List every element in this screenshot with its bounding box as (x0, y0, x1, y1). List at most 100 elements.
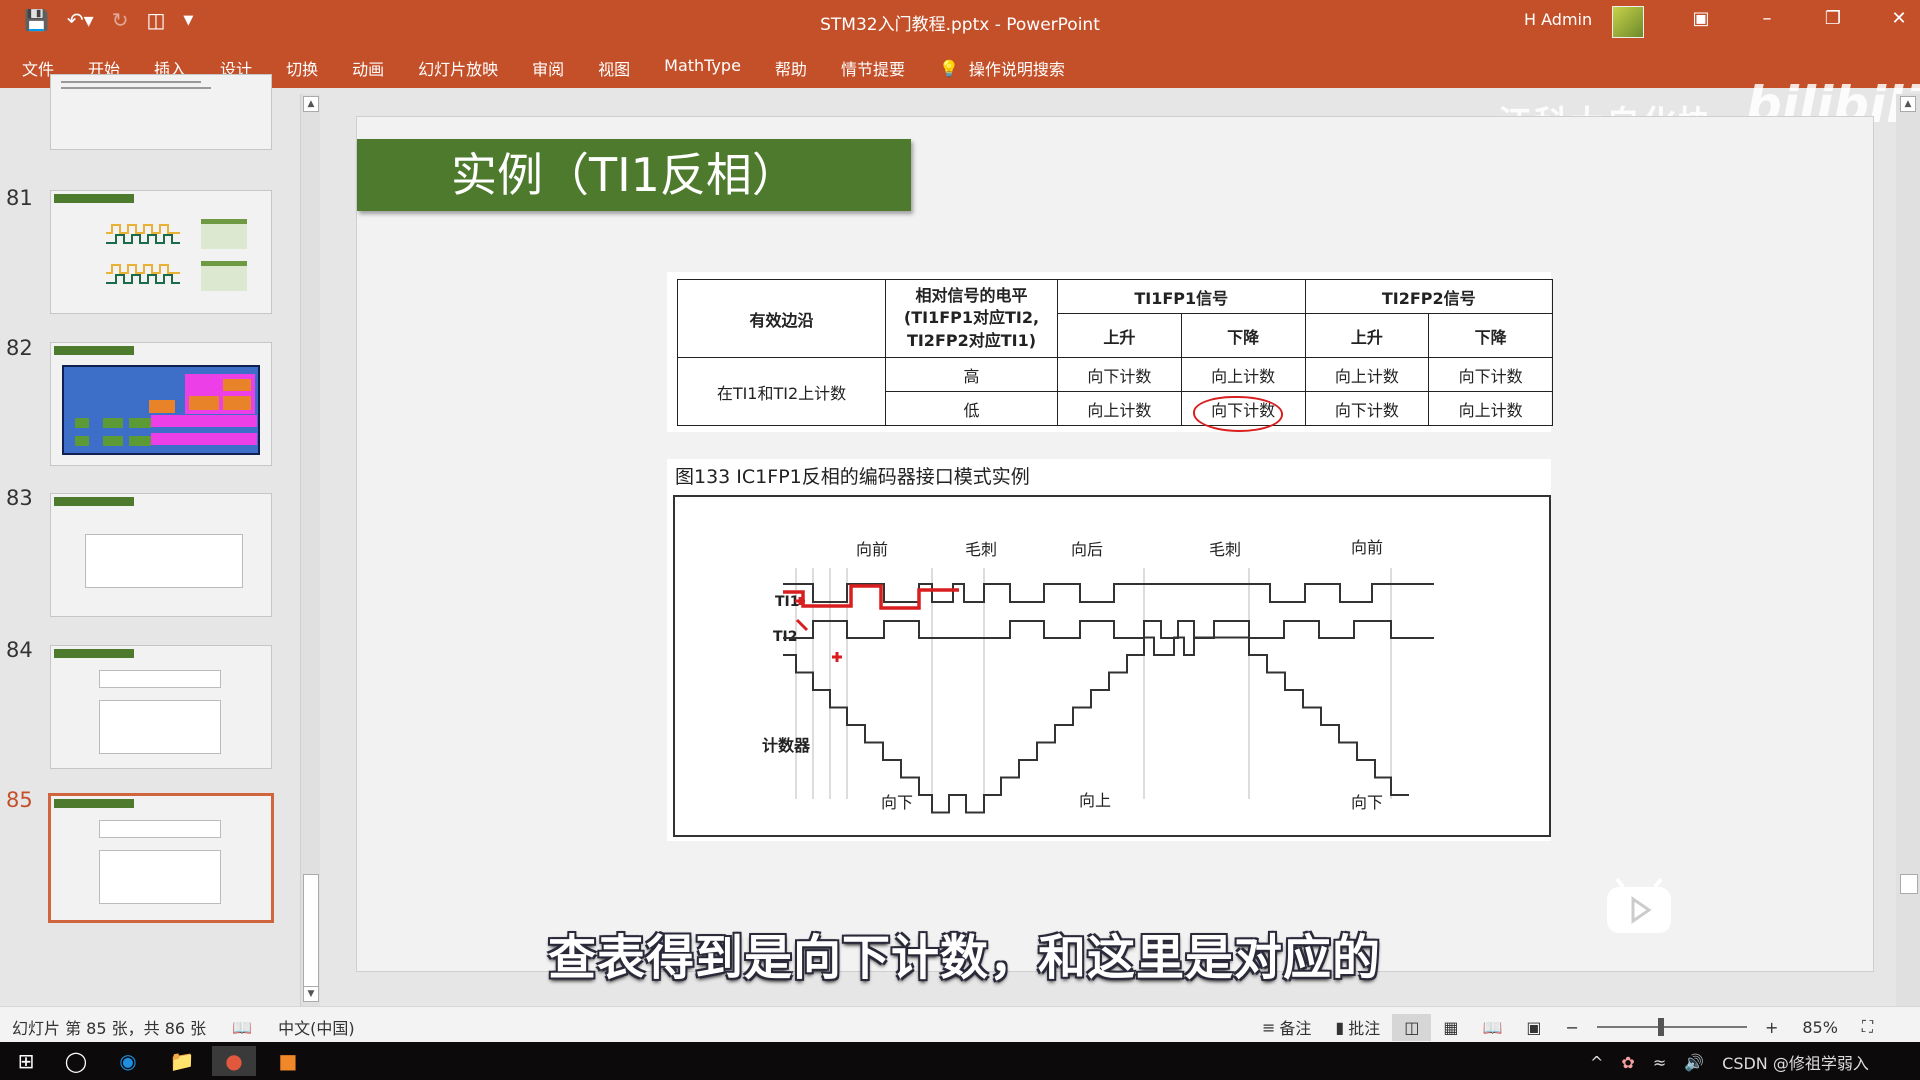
slide-thumbnail-85-active[interactable] (48, 793, 274, 923)
header-ti1fp1: TI1FP1信号 (1057, 279, 1306, 314)
slide-scrollbar[interactable]: ▲ (1896, 94, 1920, 1006)
zoom-slider[interactable] (1596, 1018, 1747, 1036)
scroll-up-icon[interactable]: ▲ (1900, 96, 1916, 112)
tray-expand-icon[interactable]: ^ (1590, 1053, 1603, 1072)
tab-mathtype[interactable]: MathType (664, 56, 741, 80)
counter-waveform (783, 636, 1409, 814)
foxit-icon[interactable]: ■ (266, 1046, 310, 1076)
language-indicator[interactable]: 中文(中国) (278, 1015, 355, 1039)
slide-thumbnails-pane: 81 82 83 84 85 (0, 74, 300, 1057)
table-cell: 向上计数 (1180, 357, 1306, 392)
tell-me-search[interactable]: 💡 操作说明搜索 (939, 56, 1065, 80)
scrollbar-thumb[interactable] (303, 874, 319, 994)
slideshow-button[interactable]: ▣ (1514, 1014, 1553, 1041)
encoder-timing-diagram: 向前 毛刺 向后 毛刺 向前 TI1 TI2 计数器 向下 向上 向下 (667, 493, 1551, 841)
figure-caption: 图133 IC1FP1反相的编码器接口模式实例 (667, 459, 1551, 495)
header-edge: 有效边沿 (677, 279, 886, 358)
level-cell: 高 (885, 357, 1058, 392)
tell-me-label: 操作说明搜索 (968, 60, 1065, 79)
notes-icon: ≡ (1262, 1017, 1276, 1037)
zoom-percent[interactable]: 85% (1790, 1014, 1850, 1041)
tab-storyboard[interactable]: 情节提要 (841, 56, 905, 80)
file-explorer-icon[interactable]: 📁 (160, 1046, 204, 1076)
zoom-slider-knob[interactable] (1657, 1018, 1664, 1036)
tab-view[interactable]: 视图 (598, 56, 630, 80)
slide-thumbnail-80[interactable] (50, 74, 272, 150)
comment-icon: ▮ (1335, 1017, 1345, 1037)
tab-transitions[interactable]: 切换 (286, 56, 318, 80)
ribbon-display-icon[interactable]: ▣ (1668, 8, 1734, 29)
table-cell: 向上计数 (1057, 391, 1182, 426)
timing-diagram-svg: 向前 毛刺 向后 毛刺 向前 TI1 TI2 计数器 向下 向上 向下 (673, 495, 1551, 837)
notes-button[interactable]: ≡ 备注 (1250, 1011, 1323, 1043)
slide-title: 实例（TI1反相） (357, 139, 911, 211)
system-tray: ^ ✿ ≈ 🔊 CSDN @修祖学弱入 (1590, 1050, 1869, 1074)
tab-help[interactable]: 帮助 (775, 56, 807, 80)
scroll-down-icon[interactable]: ▼ (303, 986, 319, 1002)
table-cell: 向上计数 (1428, 391, 1553, 426)
slide-number: 82 (6, 336, 33, 360)
close-icon[interactable]: ✕ (1866, 8, 1920, 29)
phase-label: 向前 (856, 540, 888, 559)
slide-number: 81 (6, 186, 33, 210)
powerpoint-icon[interactable]: ● (212, 1046, 256, 1076)
status-bar: 幻灯片 第 85 张，共 86 张 📖 中文(中国) ≡ 备注 ▮ 批注 ◫ ▦ 📖… (0, 1006, 1920, 1042)
lightbulb-icon: 💡 (938, 58, 959, 78)
tab-slideshow[interactable]: 幻灯片放映 (418, 56, 498, 80)
scrollbar-thumb[interactable] (1900, 874, 1918, 894)
edge-icon[interactable]: ◉ (106, 1046, 150, 1076)
tab-review[interactable]: 审阅 (532, 56, 564, 80)
tray-watermark-text: CSDN @修祖学弱入 (1722, 1054, 1869, 1073)
direction-label: 向下 (1351, 793, 1383, 812)
slide-sorter-button[interactable]: ▦ (1431, 1014, 1470, 1041)
scroll-up-icon[interactable]: ▲ (303, 96, 319, 112)
zoom-out-button[interactable]: − (1554, 1014, 1591, 1041)
wifi-icon[interactable]: ≈ (1653, 1053, 1666, 1072)
tab-animations[interactable]: 动画 (352, 56, 384, 80)
table-cell: 向下计数 (1057, 357, 1182, 392)
normal-view-button[interactable]: ◫ (1392, 1013, 1432, 1041)
windows-start-icon[interactable]: ⊞ (4, 1046, 48, 1076)
tray-app-icon[interactable]: ✿ (1621, 1053, 1634, 1072)
header-level: 相对信号的电平 (TI1FP1对应TI2, TI2FP2对应TI1) (885, 279, 1058, 358)
spellcheck-icon[interactable]: 📖 (232, 1018, 252, 1037)
direction-label: 向上 (1079, 791, 1111, 810)
header-ti2fp2: TI2FP2信号 (1304, 279, 1553, 314)
table-cell: 向下计数 (1428, 357, 1553, 392)
avatar[interactable] (1612, 6, 1644, 38)
table-cell: 向上计数 (1304, 357, 1430, 392)
reading-view-button[interactable]: 📖 (1471, 1014, 1515, 1041)
slide-thumbnail-84[interactable] (50, 645, 272, 769)
phase-label: 毛刺 (965, 540, 997, 559)
ti2-waveform (783, 620, 1434, 639)
red-plus-mark (832, 652, 842, 662)
slide-canvas[interactable]: 实例（TI1反相） 有效边沿 相对信号的电平 (TI1FP1对应TI2, TI2FP… (356, 116, 1874, 972)
bilibili-play-badge[interactable] (1605, 877, 1675, 937)
volume-icon[interactable]: 🔊 (1684, 1053, 1704, 1072)
phase-label: 向后 (1071, 540, 1103, 559)
thumbnails-scrollbar[interactable]: ▲ ▼ (300, 94, 320, 1006)
slide-thumbnail-81[interactable] (50, 190, 272, 314)
comments-button[interactable]: ▮ 批注 (1323, 1011, 1392, 1043)
restore-icon[interactable]: ❐ (1800, 8, 1866, 29)
header-fall: 下降 (1180, 313, 1306, 358)
encoder-mode-table: 有效边沿 相对信号的电平 (TI1FP1对应TI2, TI2FP2对应TI1) TI… (667, 272, 1553, 432)
search-icon[interactable]: ◯ (54, 1046, 98, 1076)
header-rise: 上升 (1057, 313, 1182, 358)
phase-label: 向前 (1351, 538, 1383, 557)
video-subtitle: 查表得到是向下计数，和这里是对应的 (548, 930, 1382, 986)
fit-to-window-icon[interactable]: ⛶ (1850, 1013, 1885, 1041)
figure-frame (673, 495, 1551, 837)
table-cell: 向下计数 (1304, 391, 1430, 426)
phase-label: 毛刺 (1209, 540, 1241, 559)
slide-thumbnail-83[interactable] (50, 493, 272, 617)
ribbon-tabs: 文件 开始 插入 设计 切换 动画 幻灯片放映 审阅 视图 MathType 帮… (0, 44, 1920, 144)
slide-thumbnail-82[interactable] (50, 342, 272, 466)
header-rise: 上升 (1304, 313, 1430, 358)
zoom-in-button[interactable]: + (1753, 1014, 1790, 1041)
window-controls: ▣ – ❐ ✕ (1668, 8, 1920, 29)
user-name[interactable]: H Admin (1524, 10, 1592, 29)
header-fall: 下降 (1428, 313, 1553, 358)
row-label: 在TI1和TI2上计数 (677, 357, 886, 426)
minimize-icon[interactable]: – (1734, 8, 1800, 29)
